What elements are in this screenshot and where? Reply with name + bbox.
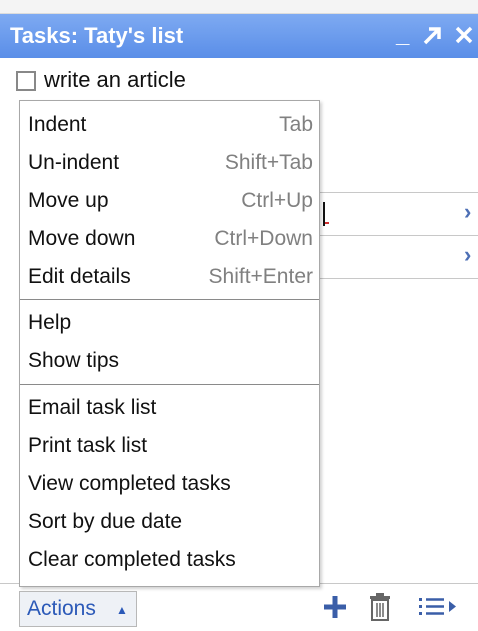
top-strip [0,0,478,14]
task-row-divider [320,192,478,193]
titlebar: Tasks: Taty's list _ [0,14,478,58]
plus-icon[interactable] [321,590,349,629]
menu-item-email-task-list[interactable]: Email task list [20,390,319,428]
menu-separator [20,299,319,300]
menu-item-print-task-list[interactable]: Print task list [20,428,319,466]
task-row-divider [320,278,478,279]
menu-item-clear-completed-tasks[interactable]: Clear completed tasks [20,542,319,580]
menu-item-move-down[interactable]: Move down Ctrl+Down [20,221,319,259]
actions-menu: Indent Tab Un-indent Shift+Tab Move up C… [19,100,320,587]
task-row-divider [320,235,478,236]
menu-separator [20,384,319,385]
task-row[interactable]: write an article [0,66,478,96]
menu-item-indent[interactable]: Indent Tab [20,107,319,145]
minimize-icon[interactable]: _ [396,22,409,48]
menu-item-move-up[interactable]: Move up Ctrl+Up [20,183,319,221]
task-checkbox[interactable] [16,71,36,91]
trash-icon[interactable] [367,590,393,629]
menu-item-show-tips[interactable]: Show tips [20,343,319,381]
list-menu-icon[interactable] [416,590,462,629]
spellcheck-underline [325,222,329,224]
chevron-right-icon[interactable]: › [464,242,471,268]
menu-item-un-indent[interactable]: Un-indent Shift+Tab [20,145,319,183]
menu-item-edit-details[interactable]: Edit details Shift+Enter [20,259,319,297]
popout-arrow-icon[interactable] [420,22,444,54]
window-title: Tasks: Taty's list [10,23,184,48]
actions-label: Actions [27,597,96,620]
caret-up-icon: ▲ [116,603,128,617]
task-text[interactable]: write an article [44,67,186,93]
menu-item-sort-by-due-date[interactable]: Sort by due date [20,504,319,542]
close-icon[interactable] [453,22,475,52]
chevron-right-icon[interactable]: › [464,199,471,225]
menu-item-help[interactable]: Help [20,305,319,343]
actions-button[interactable]: Actions ▲ [19,591,137,627]
menu-item-view-completed-tasks[interactable]: View completed tasks [20,466,319,504]
